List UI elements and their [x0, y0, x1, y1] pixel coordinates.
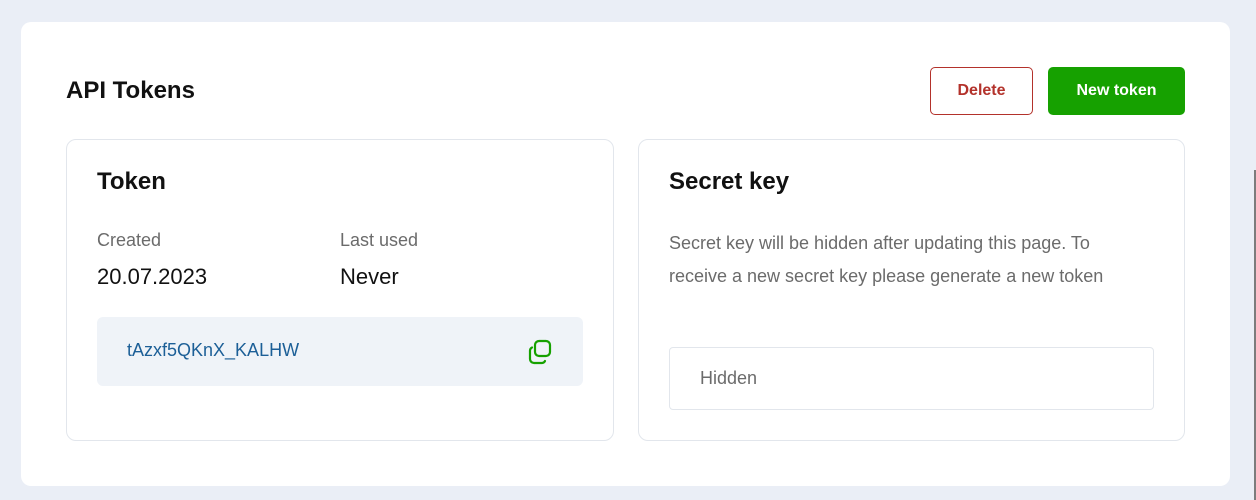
token-value-box: tAzxf5QKnX_KALHW: [97, 317, 583, 386]
api-tokens-panel: API Tokens Delete New token Token Create…: [21, 22, 1230, 486]
token-card: Token Created 20.07.2023 Last used Never…: [66, 139, 614, 441]
new-token-button[interactable]: New token: [1048, 67, 1185, 115]
secret-key-title: Secret key: [669, 168, 790, 195]
token-value[interactable]: tAzxf5QKnX_KALHW: [127, 340, 299, 361]
secret-key-card: Secret key Secret key will be hidden aft…: [638, 139, 1185, 441]
created-value: 20.07.2023: [97, 264, 208, 289]
last-used-label: Last used: [340, 230, 419, 250]
token-card-title: Token: [97, 168, 166, 195]
delete-button[interactable]: Delete: [930, 67, 1033, 115]
copy-icon[interactable]: [527, 339, 553, 365]
secret-key-input[interactable]: [669, 347, 1154, 410]
last-used-value: Never: [340, 264, 399, 289]
created-label: Created: [97, 230, 162, 250]
page-title: API Tokens: [66, 77, 195, 104]
secret-key-description: Secret key will be hidden after updating…: [669, 233, 1104, 286]
